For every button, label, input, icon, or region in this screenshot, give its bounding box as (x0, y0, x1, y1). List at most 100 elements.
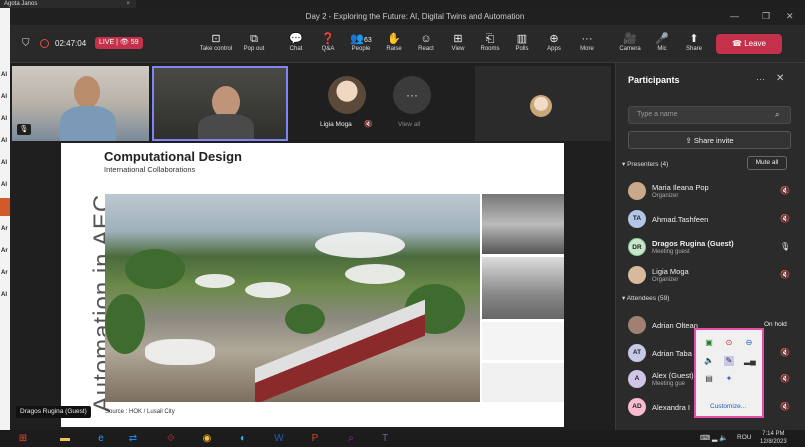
participant-role: Organizer (652, 277, 679, 283)
background-window-titlebar: Agota Janos × (0, 0, 136, 8)
share-button[interactable]: ⬆ Share (676, 32, 712, 52)
participant-name: Ahmad.Tashfeen (652, 215, 709, 224)
search-app-icon[interactable]: ⌕ (342, 431, 360, 446)
video-tile-active[interactable] (152, 66, 288, 141)
presenters-section-header[interactable]: ▾ Presenters (4) (622, 160, 668, 168)
pdf-icon[interactable]: ⟐ (162, 431, 180, 446)
network-icon[interactable]: ▂▄ (744, 356, 756, 366)
people-count: 63 (363, 37, 372, 44)
side-image (482, 322, 564, 360)
attendees-section-header[interactable]: ▾ Attendees (59) (622, 294, 669, 302)
avatar[interactable] (328, 76, 366, 114)
shield-icon: ⛉ (22, 38, 30, 49)
background-list-item: Ar (1, 270, 8, 276)
react-label: React (418, 46, 434, 52)
leave-button[interactable]: ☎ Leave (716, 34, 782, 54)
pop-out-button[interactable]: ⧉ Pop out (236, 32, 272, 52)
minimize-icon[interactable]: — (730, 11, 739, 21)
close-icon[interactable]: ✕ (776, 73, 784, 84)
apps-label: Apps (547, 46, 561, 52)
participant-row[interactable]: TA Ahmad.Tashfeen 🔇 (616, 206, 805, 234)
take-control-icon: ⊡ (211, 33, 221, 45)
more-options-icon[interactable]: ··· (756, 74, 765, 84)
mute-all-button[interactable]: Mute all (747, 156, 787, 170)
slide-main-image (105, 194, 480, 402)
clock[interactable]: 7:14 PM 12/8/2023 (760, 431, 787, 446)
close-icon[interactable]: ✕ (786, 11, 794, 22)
window-title: Day 2 - Exploring the Future: AI, Digita… (305, 12, 525, 21)
canopy-shape (145, 339, 215, 365)
participant-name: Adrian Oltean (652, 321, 698, 330)
view-button[interactable]: ⊞ View (440, 32, 476, 52)
mic-off-icon: 🔇 (780, 348, 790, 357)
qa-button[interactable]: ❓ Q&A (310, 32, 346, 52)
participant-name: Alexandra I (652, 403, 690, 412)
more-button[interactable]: ··· More (569, 32, 605, 52)
polls-button[interactable]: ▥ Polls (504, 32, 540, 52)
mic-off-icon: 🔇 (780, 214, 790, 223)
participant-row[interactable]: DR Dragos Rugina (Guest) Meeting guest 🎙 (616, 234, 805, 262)
tray-app-icon[interactable]: ⊙ (724, 338, 734, 348)
background-window-accent (0, 198, 10, 216)
share-invite-button[interactable]: ⇪ Share invite (628, 131, 791, 149)
participant-row[interactable]: Maria Ileana Pop Organizer 🔇 (616, 178, 805, 206)
tray-app-icon[interactable]: ⊖ (744, 338, 754, 348)
view-label: View (451, 46, 465, 52)
leave-label: Leave (744, 39, 766, 48)
background-list-item: Al (1, 72, 7, 78)
file-explorer-icon[interactable]: ▬ (56, 431, 74, 446)
clock-time: 7:14 PM (762, 431, 785, 437)
pen-icon[interactable]: ✎ (724, 356, 734, 366)
maximize-icon[interactable]: ❐ (762, 11, 770, 22)
participant-row[interactable]: Ligia Moga Organizer 🔇 (616, 262, 805, 290)
meeting-toolbar: ⛉ 02:47:04 LIVE | 👁 59 ⊡ Take control ⧉ Po… (10, 25, 805, 66)
language-indicator[interactable]: ROU (737, 434, 751, 441)
share-invite-label: Share invite (693, 136, 734, 145)
mic-on-icon: 🎙 (780, 242, 791, 251)
chat-label: Chat (289, 46, 303, 52)
browser-icon[interactable]: e (92, 431, 110, 446)
start-icon[interactable]: ⊞ (14, 431, 32, 446)
people-button[interactable]: 👥63 People (343, 32, 379, 66)
edge-icon[interactable]: ◐ (234, 431, 252, 446)
canopy-shape (195, 274, 235, 288)
background-list-item: Al (1, 292, 7, 298)
taskbar: ⊞ ▬ e ⇄ ⟐ ◉ ◐ W P ⌕ T ⌨ ▂ 🔈 ROU 7:14 PM … (0, 430, 805, 447)
rooms-button[interactable]: ⎗ Rooms (472, 32, 508, 52)
teamviewer-icon[interactable]: ⇄ (124, 431, 142, 446)
view-all-button[interactable]: ··· (393, 76, 431, 114)
apps-button[interactable]: ⊕ Apps (536, 32, 572, 52)
tree-shape (105, 294, 145, 354)
hand-icon: ✋ (387, 33, 401, 45)
camera-button[interactable]: 🎥 Camera (612, 32, 648, 52)
customize-link[interactable]: Customize... (710, 403, 746, 410)
chat-button[interactable]: 💬 Chat (278, 32, 314, 52)
slide-title: Computational Design (104, 149, 242, 164)
search-icon: ⌕ (775, 110, 780, 119)
slide-side-images (482, 194, 564, 402)
raise-hand-button[interactable]: ✋ Raise (376, 32, 412, 52)
volume-icon[interactable]: 🔈 (704, 356, 714, 366)
background-list-item: Al (1, 182, 7, 188)
phone-icon: ☎ (732, 39, 742, 48)
more-label: More (580, 46, 594, 52)
keyboard-icon[interactable]: ⌨ ▂ 🔈 (700, 434, 728, 442)
powerpoint-icon[interactable]: P (306, 431, 324, 446)
react-button[interactable]: ☺ React (408, 32, 444, 52)
video-tile[interactable] (12, 66, 149, 141)
tray-app-icon[interactable]: ▣ (704, 338, 714, 348)
search-input[interactable]: Type a name ⌕ (628, 106, 791, 124)
take-control-button[interactable]: ⊡ Take control (198, 32, 234, 52)
chat-icon: 💬 (289, 33, 303, 45)
close-icon[interactable]: × (126, 0, 130, 8)
mic-button[interactable]: 🎤 Mic (644, 32, 680, 52)
attendees-header-label: Attendees (59) (626, 295, 670, 302)
word-icon[interactable]: W (270, 431, 288, 446)
device-icon[interactable]: ▤ (704, 374, 714, 384)
teams-icon[interactable]: ✦ (724, 374, 734, 384)
teams-icon[interactable]: T (376, 431, 394, 446)
background-list-item: Ar (1, 248, 8, 254)
avatar: TA (628, 210, 646, 228)
side-image (482, 363, 564, 402)
chrome-icon[interactable]: ◉ (198, 431, 216, 446)
